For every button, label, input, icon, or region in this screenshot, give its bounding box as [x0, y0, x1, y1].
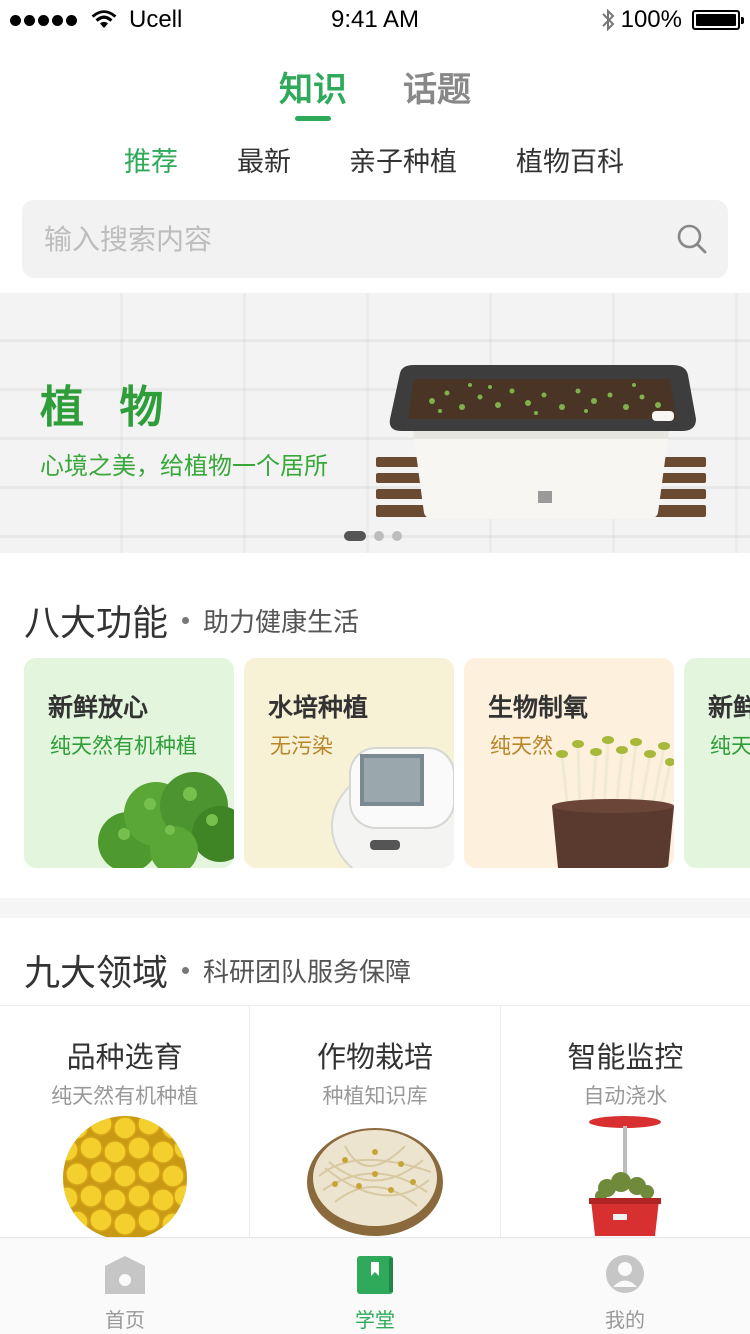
domain-cultivation[interactable]: 作物栽培 种植知识库	[250, 1006, 501, 1238]
soybeans-image	[62, 1116, 187, 1238]
domain-title: 作物栽培	[316, 1040, 433, 1074]
domain-title: 智能监控	[567, 1040, 684, 1074]
category-tab-parent-child[interactable]: 亲子种植	[349, 140, 457, 179]
separator-dot	[182, 616, 190, 624]
status-bar: Ucell 9:41 AM 100%	[0, 0, 750, 40]
profile-icon	[606, 1255, 644, 1293]
domain-subtitle: 纯天然有机种植	[51, 1084, 199, 1108]
tab-label: 首页	[105, 1308, 145, 1332]
tab-profile[interactable]: 我的	[500, 1238, 750, 1334]
carousel-dot[interactable]	[374, 531, 384, 541]
bluetooth-icon	[601, 8, 615, 32]
promo-banner[interactable]: 植 物 心境之美，给植物一个居所	[0, 293, 750, 553]
category-tab-latest[interactable]: 最新	[237, 140, 291, 179]
card-title: 新鲜放心	[48, 693, 149, 722]
tab-label: 学堂	[355, 1308, 395, 1332]
features-header: 八大功能 助力健康生活	[24, 594, 359, 646]
card-subtitle: 无污染	[270, 734, 333, 758]
section-divider	[0, 898, 750, 918]
search-icon[interactable]	[676, 223, 708, 255]
tab-home[interactable]: 首页	[0, 1238, 250, 1334]
section-subtitle: 科研团队服务保障	[203, 957, 412, 988]
domain-breeding[interactable]: 品种选育 纯天然有机种植	[0, 1006, 251, 1238]
top-tabs: 知识 话题	[0, 62, 750, 121]
card-subtitle: 纯天	[710, 734, 750, 758]
feature-card-oxygen[interactable]: 生物制氧 纯天然	[464, 658, 674, 868]
domain-subtitle: 自动浇水	[583, 1084, 668, 1108]
planter-image	[376, 365, 706, 519]
card-subtitle: 纯天然有机种植	[50, 734, 197, 758]
card-title: 水培种植	[268, 693, 369, 722]
broccoli-image	[98, 772, 234, 868]
book-icon	[357, 1256, 393, 1294]
section-title: 九大领域	[24, 953, 169, 994]
card-subtitle: 纯天然	[490, 734, 553, 758]
status-bar-right: 100%	[601, 6, 744, 34]
carousel-dot-active[interactable]	[344, 531, 366, 541]
section-title: 八大功能	[24, 603, 169, 644]
section-subtitle: 助力健康生活	[203, 607, 360, 638]
card-title: 生物制氧	[488, 693, 589, 722]
domain-title: 品种选育	[66, 1040, 183, 1074]
separator-dot	[182, 966, 190, 974]
home-icon	[105, 1256, 145, 1294]
banner-subtitle: 心境之美，给植物一个居所	[40, 452, 328, 480]
battery-icon	[692, 10, 744, 30]
carousel-indicator[interactable]	[344, 531, 402, 541]
domain-subtitle: 种植知识库	[322, 1084, 428, 1108]
tab-label: 我的	[605, 1308, 645, 1332]
carousel-dot[interactable]	[392, 531, 402, 541]
feature-cards-carousel[interactable]: 新鲜放心 纯天然有机种植 水培种植 无污染 生物制氧 纯天然 新鲜 纯天	[24, 658, 750, 868]
feature-card-hydroponic[interactable]: 水培种植 无污染	[244, 658, 454, 868]
tab-knowledge[interactable]: 知识	[279, 62, 347, 121]
domain-monitoring[interactable]: 智能监控 自动浇水	[501, 1006, 750, 1238]
category-tab-recommended[interactable]: 推荐	[124, 140, 178, 179]
domains-grid: 品种选育 纯天然有机种植 作物栽培 种植知识库 智能监控 自动浇水	[0, 1005, 750, 1238]
category-tabs: 推荐 最新 亲子种植 植物百科	[0, 140, 750, 180]
tab-topics[interactable]: 话题	[403, 62, 471, 121]
feature-card-partial[interactable]: 新鲜 纯天	[684, 658, 750, 868]
category-tab-encyclopedia[interactable]: 植物百科	[516, 140, 624, 179]
feature-card-fresh[interactable]: 新鲜放心 纯天然有机种植	[24, 658, 234, 868]
bean-sprouts-basket-image	[306, 1128, 443, 1236]
card-title: 新鲜	[708, 693, 750, 722]
domains-header: 九大领域 科研团队服务保障	[24, 944, 411, 996]
search-input[interactable]	[44, 200, 644, 278]
sprouts-pot-image	[552, 736, 674, 868]
hydroponic-device-image	[331, 747, 454, 868]
banner-title: 植 物	[40, 382, 174, 433]
search-bar	[22, 200, 728, 278]
tab-academy[interactable]: 学堂	[250, 1238, 500, 1334]
smart-planter-image	[589, 1116, 662, 1236]
bottom-tab-bar: 首页 学堂 我的	[0, 1237, 750, 1334]
battery-percent: 100%	[620, 6, 682, 33]
